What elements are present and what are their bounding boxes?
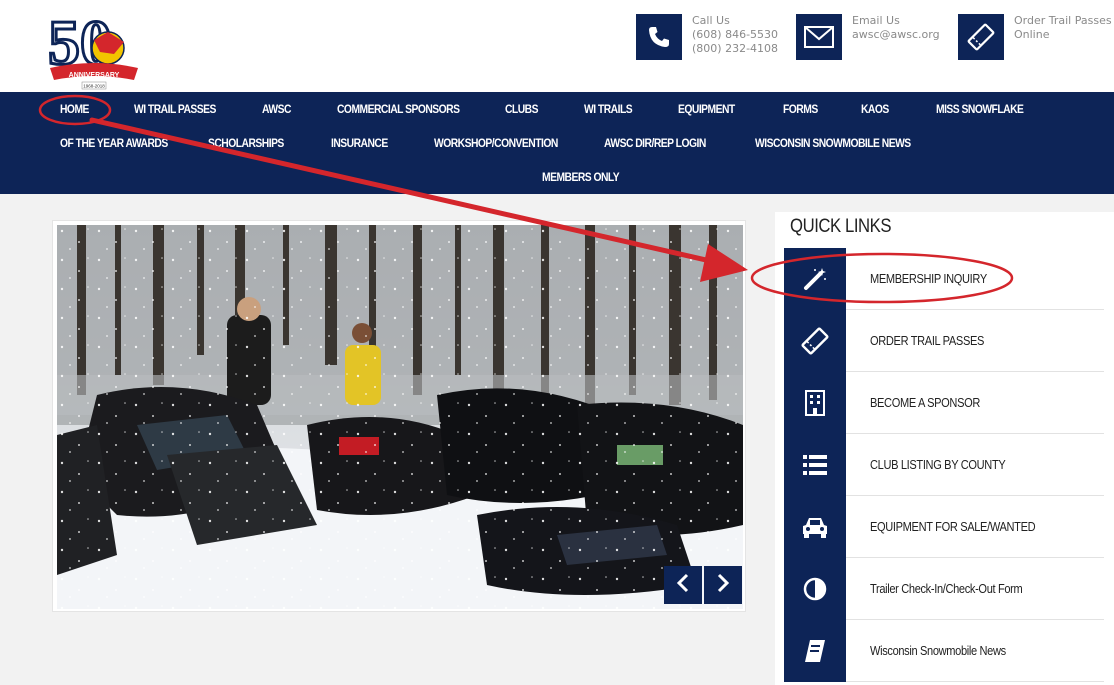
photo-slider (52, 220, 746, 612)
quick-link-label: MEMBERSHIP INQUIRY (870, 271, 987, 286)
nav-item-wi-trails[interactable]: WI TRAILS (584, 102, 633, 116)
nav-item-members-only[interactable]: MEMBERS ONLY (542, 170, 620, 184)
chevron-right-icon (716, 573, 730, 598)
nav-item-of-the-year-awards[interactable]: OF THE YEAR AWARDS (60, 136, 168, 150)
nav-item-forms[interactable]: FORMS (783, 102, 818, 116)
nav-item-awsc[interactable]: AWSC (262, 102, 291, 116)
car-icon (784, 496, 846, 558)
main-navigation: HOME WI TRAIL PASSES AWSC COMMERCIAL SPO… (0, 92, 1114, 194)
call-us-block[interactable]: Call Us (608) 846-5530 (800) 232-4108 (636, 14, 778, 60)
svg-text:1968-2018: 1968-2018 (83, 84, 105, 89)
nav-item-equipment[interactable]: EQUIPMENT (678, 102, 735, 116)
nav-item-commercial-sponsors[interactable]: COMMERCIAL SPONSORS (337, 102, 460, 116)
site-header: 50 ANNIVERSARY 1968-2018 Call Us (608) 8… (0, 0, 1114, 92)
envelope-icon (796, 14, 842, 60)
nav-item-clubs[interactable]: CLUBS (505, 102, 538, 116)
chevron-left-icon (676, 573, 690, 598)
nav-item-awsc-dir-rep-login[interactable]: AWSC DIR/REP LOGIN (604, 136, 706, 150)
snowmobile-photo (57, 225, 743, 609)
book-icon (784, 620, 846, 682)
email-address[interactable]: awsc@awsc.org (852, 28, 940, 42)
building-icon (784, 372, 846, 434)
order-trail-passes-label: Order Trail Passes (1014, 14, 1112, 27)
svg-text:ANNIVERSARY: ANNIVERSARY (69, 72, 120, 79)
nav-item-kaos[interactable]: KAOS (861, 102, 889, 116)
half-circle-icon (784, 558, 846, 620)
nav-item-workshop-convention[interactable]: WORKSHOP/CONVENTION (434, 136, 558, 150)
order-online-label: Online (1014, 28, 1050, 41)
nav-item-home[interactable]: HOME (60, 102, 89, 116)
quick-link-equipment-for-sale[interactable]: EQUIPMENT FOR SALE/WANTED (784, 496, 1104, 558)
email-us-block[interactable]: Email Us awsc@awsc.org (796, 14, 940, 60)
quick-link-label: Trailer Check-In/Check-Out Form (870, 581, 1023, 596)
nav-item-scholarships[interactable]: SCHOLARSHIPS (208, 136, 284, 150)
quick-link-wisconsin-snowmobile-news[interactable]: Wisconsin Snowmobile News (784, 620, 1104, 682)
phone-icon (636, 14, 682, 60)
quick-link-trailer-check-in-form[interactable]: Trailer Check-In/Check-Out Form (784, 558, 1104, 620)
slider-prev-button[interactable] (664, 566, 702, 604)
phone-number-1[interactable]: (608) 846-5530 (692, 28, 778, 42)
magic-wand-icon (784, 248, 846, 310)
ticket-icon (958, 14, 1004, 60)
call-us-label: Call Us (692, 14, 730, 27)
list-icon (784, 434, 846, 496)
nav-item-wi-trail-passes[interactable]: WI TRAIL PASSES (134, 102, 216, 116)
quick-link-label: Wisconsin Snowmobile News (870, 643, 1006, 658)
nav-item-insurance[interactable]: INSURANCE (331, 136, 388, 150)
nav-item-wisconsin-snowmobile-news[interactable]: WISCONSIN SNOWMOBILE NEWS (755, 136, 911, 150)
quick-link-club-listing-by-county[interactable]: CLUB LISTING BY COUNTY (784, 434, 1104, 496)
quick-link-label: ORDER TRAIL PASSES (870, 333, 985, 348)
quick-link-label: EQUIPMENT FOR SALE/WANTED (870, 519, 1036, 534)
quick-link-membership-inquiry[interactable]: MEMBERSHIP INQUIRY (784, 248, 1104, 310)
slider-next-button[interactable] (704, 566, 742, 604)
ticket-icon (784, 310, 846, 372)
nav-item-miss-snowflake[interactable]: MISS SNOWFLAKE (936, 102, 1024, 116)
quick-links-title: QUICK LINKS (790, 216, 892, 237)
quick-link-become-a-sponsor[interactable]: BECOME A SPONSOR (784, 372, 1104, 434)
phone-number-2[interactable]: (800) 232-4108 (692, 42, 778, 56)
quick-link-order-trail-passes[interactable]: ORDER TRAIL PASSES (784, 310, 1104, 372)
quick-link-label: BECOME A SPONSOR (870, 395, 981, 410)
email-us-label: Email Us (852, 14, 900, 27)
order-trail-passes-block[interactable]: Order Trail Passes Online (958, 14, 1112, 60)
quick-link-label: CLUB LISTING BY COUNTY (870, 457, 1006, 472)
awsc-50th-anniversary-logo[interactable]: 50 ANNIVERSARY 1968-2018 (44, 6, 144, 90)
